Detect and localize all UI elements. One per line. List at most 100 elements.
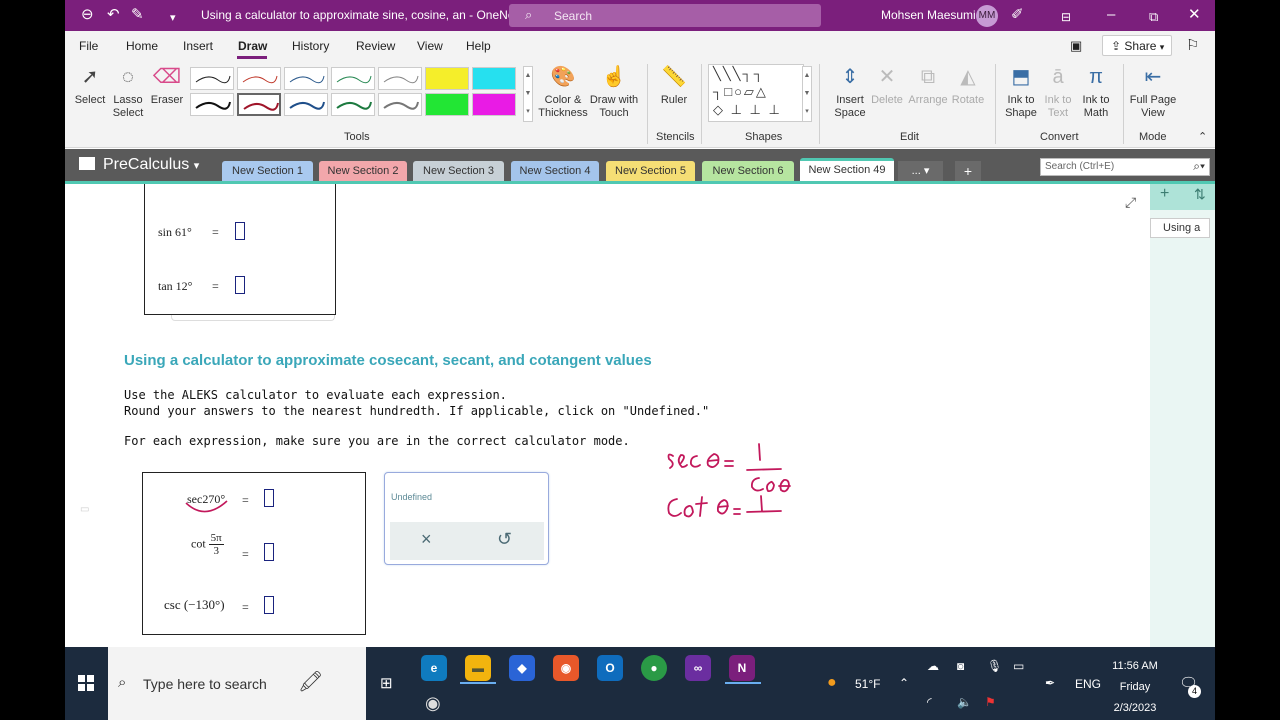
feedback-icon[interactable]: ⚐	[1186, 36, 1199, 54]
user-name[interactable]: Mohsen Maesumi	[881, 8, 976, 22]
title-search-box[interactable]: ⌕ Search	[509, 4, 821, 27]
arrange-button[interactable]: ⧉ Arrange	[907, 64, 949, 107]
task-view-icon[interactable]: ⊞	[380, 674, 393, 692]
pen-gray-thin[interactable]	[378, 67, 422, 90]
draw-with-touch-button[interactable]: ☝ Draw with Touch	[588, 64, 640, 120]
pen-mode-icon[interactable]: ✎	[131, 6, 144, 24]
tab-help[interactable]: Help	[466, 39, 491, 53]
pen-green-thick[interactable]	[331, 93, 375, 116]
delete-button[interactable]: ✕ Delete	[871, 64, 903, 107]
file-explorer-icon[interactable]: ▬	[465, 655, 491, 681]
more-sections-button[interactable]: ... ▾	[898, 161, 943, 182]
back-icon[interactable]: ⊖	[81, 6, 94, 24]
battery-icon[interactable]: ▭	[1013, 659, 1024, 673]
firefox-icon[interactable]: ◉	[553, 655, 579, 681]
wifi-icon[interactable]: ◜	[927, 695, 932, 709]
add-section-button[interactable]: +	[955, 161, 981, 182]
customize-toolbar-icon[interactable]: ▾	[170, 9, 176, 27]
tab-home[interactable]: Home	[126, 39, 158, 53]
clock[interactable]: 11:56 AM Friday 2/3/2023	[1107, 656, 1163, 719]
shapes-gallery[interactable]: ╲╲╲┐┐ ┐□○▱△ ◇ ⊥ ⊥ ⊥	[708, 64, 804, 122]
sort-pages-icon[interactable]: ⇅	[1194, 186, 1206, 203]
page-canvas[interactable]: ⤢ sin 61° = tan 12° = Using a calculator…	[65, 184, 1150, 647]
undo-icon[interactable]: ↶	[107, 6, 120, 24]
ruler-button[interactable]: 📏 Ruler	[655, 64, 693, 107]
pen-green-thin[interactable]	[331, 67, 375, 90]
ink-to-math-button[interactable]: π Ink to Math	[1077, 64, 1115, 120]
highlighter-green[interactable]	[425, 93, 469, 116]
rotate-button[interactable]: ◭ Rotate	[949, 64, 987, 107]
section-tab-3[interactable]: New Section 3	[413, 161, 504, 182]
section-tab-6[interactable]: New Section 6	[702, 161, 794, 182]
lasso-select-button[interactable]: ◌ Lasso Select	[109, 64, 147, 120]
pen-red-thick-selected[interactable]	[237, 93, 281, 116]
clear-icon[interactable]: ×	[421, 529, 432, 550]
pen-gallery-scroll[interactable]: ▲ ▼ ▾	[523, 66, 533, 122]
full-page-view-button[interactable]: ⇤ Full Page View	[1127, 64, 1179, 120]
obs-recording-icon[interactable]: ◉	[425, 693, 441, 714]
pen-tray-icon[interactable]: ✒	[1045, 676, 1055, 690]
language-indicator[interactable]: ENG	[1075, 677, 1101, 691]
share-button[interactable]: ⇪ Share ▾	[1102, 35, 1172, 56]
microphone-icon[interactable]: 🎙	[987, 659, 1002, 673]
restore-layout-icon[interactable]: ⊟	[1061, 8, 1071, 26]
chrome-icon[interactable]: ●	[641, 655, 667, 681]
edge-icon[interactable]: e	[421, 655, 447, 681]
highlighter-cyan[interactable]	[472, 67, 516, 90]
paragraph-handle-icon[interactable]: ▭	[80, 504, 89, 515]
outlook-icon[interactable]: O	[597, 655, 623, 681]
pen-black-thin[interactable]	[190, 67, 234, 90]
color-thickness-button[interactable]: 🎨 Color & Thickness	[538, 64, 588, 120]
chevron-up-icon[interactable]: ⌃	[899, 676, 909, 690]
page-tab-current[interactable]: Using a	[1150, 218, 1210, 238]
bing-chat-icon[interactable]: ◆	[509, 655, 535, 681]
tab-draw[interactable]: Draw	[238, 39, 267, 53]
shapes-gallery-scroll[interactable]: ▲ ▼ ▾	[802, 66, 812, 122]
notebook-pane-icon[interactable]: ▣	[1070, 38, 1082, 54]
expand-icon[interactable]: ⤢	[1125, 194, 1136, 211]
section-tab-1[interactable]: New Section 1	[222, 161, 313, 182]
pen-black-thick[interactable]	[190, 93, 234, 116]
add-page-icon[interactable]: +	[1160, 185, 1169, 203]
volume-icon[interactable]: 🔈	[957, 695, 972, 709]
pen-blue-thin[interactable]	[284, 67, 328, 90]
notebook-search-input[interactable]: Search (Ctrl+E) ⌕▾	[1040, 158, 1210, 176]
pen-red-thin[interactable]	[237, 67, 281, 90]
tab-history[interactable]: History	[292, 39, 329, 53]
undefined-button[interactable]: Undefined	[391, 492, 432, 502]
highlighter-yellow[interactable]	[425, 67, 469, 90]
undo-icon[interactable]: ↺	[497, 529, 512, 550]
camera-icon[interactable]: ◙	[957, 659, 964, 673]
media-app-icon[interactable]: ∞	[685, 655, 711, 681]
highlighter-magenta[interactable]	[472, 93, 516, 116]
weather-temperature[interactable]: 51°F	[855, 677, 880, 691]
section-tab-49[interactable]: New Section 49	[800, 158, 894, 182]
tab-file[interactable]: File	[79, 39, 98, 53]
tab-review[interactable]: Review	[356, 39, 395, 53]
insert-space-button[interactable]: ⇕ Insert Space	[828, 64, 872, 120]
cloud-icon[interactable]: ☁	[927, 659, 939, 673]
onenote-icon[interactable]: N	[729, 655, 755, 681]
tab-insert[interactable]: Insert	[183, 39, 213, 53]
close-icon[interactable]: ✕	[1188, 6, 1201, 24]
pen-gray-thick[interactable]	[378, 93, 422, 116]
avatar[interactable]: MM	[976, 5, 998, 27]
answer-box[interactable]	[235, 222, 245, 240]
windows-start-icon[interactable]	[78, 675, 94, 691]
csc-answer-box[interactable]	[264, 596, 274, 614]
pen-settings-icon[interactable]: ✐	[1011, 6, 1024, 24]
eraser-button[interactable]: ⌫ Eraser	[148, 64, 186, 107]
security-alert-icon[interactable]: ⚑	[985, 695, 996, 709]
cot-answer-box[interactable]	[264, 543, 274, 561]
select-button[interactable]: ➚ Select	[73, 64, 107, 107]
minimize-icon[interactable]: –	[1107, 6, 1115, 24]
ink-to-shape-button[interactable]: ⬒ Ink to Shape	[1001, 64, 1041, 120]
taskbar-search-input[interactable]: ⌕ Type here to search 🖍	[108, 647, 366, 720]
collapse-ribbon-icon[interactable]: ⌃	[1198, 130, 1207, 143]
ink-to-text-button[interactable]: ā Ink to Text	[1041, 64, 1075, 120]
section-tab-5[interactable]: New Section 5	[606, 161, 695, 182]
section-tab-4[interactable]: New Section 4	[511, 161, 599, 182]
answer-box[interactable]	[235, 276, 245, 294]
pen-blue-thick[interactable]	[284, 93, 328, 116]
tab-view[interactable]: View	[417, 39, 443, 53]
